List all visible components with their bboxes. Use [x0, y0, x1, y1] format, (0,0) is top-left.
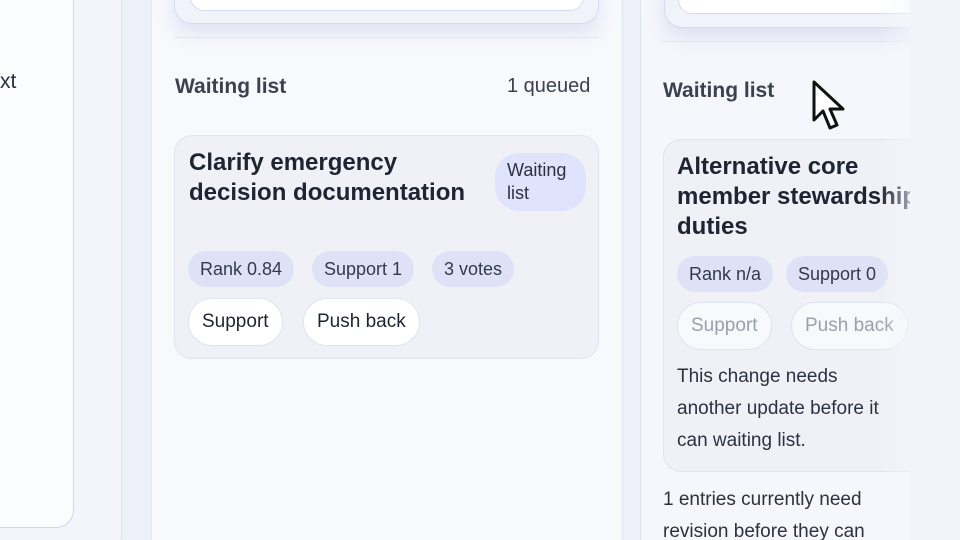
- queue-count: 1 queued: [507, 75, 591, 97]
- window-edge: [910, 0, 960, 540]
- mouse-pointer-icon: [812, 80, 845, 130]
- support-count-chip: Support 0: [786, 256, 889, 292]
- left-panel-partial-text: xt: [0, 70, 17, 93]
- proposal-title: Alternative core member stewardship duti…: [677, 153, 910, 240]
- revision-note: This change needs another update before …: [677, 366, 879, 451]
- push-back-button[interactable]: Push back: [303, 298, 420, 346]
- proposal-card[interactable]: Clarify emergency decision documentation…: [174, 135, 599, 359]
- rank-chip: Rank n/a: [677, 256, 774, 292]
- previous-card-inner: [190, 0, 584, 11]
- status-badge: Waiting list: [495, 153, 586, 211]
- waiting-list-title: Waiting list: [663, 79, 775, 102]
- support-button[interactable]: Support: [677, 302, 772, 350]
- revision-summary: 1 entries currently need revision before…: [663, 489, 865, 540]
- section-divider: [662, 41, 910, 42]
- votes-chip: 3 votes: [432, 251, 515, 287]
- proposal-title: Clarify emergency decision documentation: [189, 149, 466, 206]
- waiting-list-title: Waiting list: [175, 75, 287, 98]
- rank-chip: Rank 0.84: [188, 251, 295, 287]
- support-count-chip: Support 1: [312, 251, 415, 287]
- previous-card-inner: [678, 0, 910, 14]
- section-divider: [174, 37, 599, 38]
- proposal-card[interactable]: Alternative core member stewardship duti…: [663, 139, 910, 472]
- support-button[interactable]: Support: [188, 298, 283, 346]
- right-column-content: Waiting list Alternative core member ste…: [640, 0, 910, 540]
